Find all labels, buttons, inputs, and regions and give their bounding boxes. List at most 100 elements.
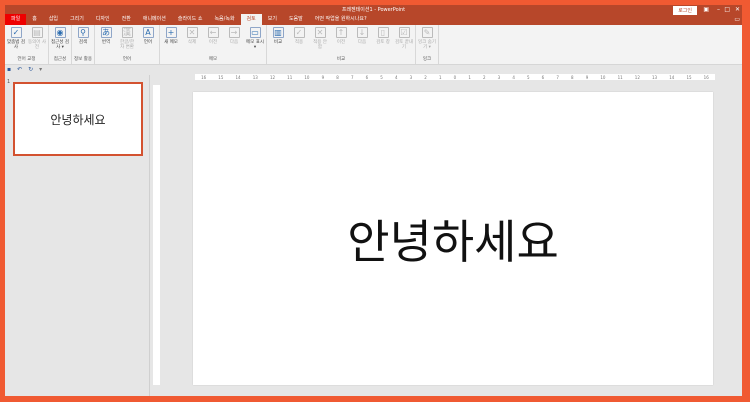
slide-text[interactable]: 안녕하세요 xyxy=(347,206,559,272)
tab-8[interactable]: 녹음/녹화 xyxy=(208,14,240,25)
ribbon-group-label: 정보 활용 xyxy=(74,56,92,64)
tab-2[interactable]: 삽입 xyxy=(43,14,64,25)
ribbon-button-label: 메모 표시 ▾ xyxy=(246,40,264,50)
ribbon-button-icon: → xyxy=(229,27,240,38)
ribbon-button[interactable]: ←이전 xyxy=(204,27,222,56)
ribbon-button[interactable]: ▯검토 창 xyxy=(374,27,392,56)
maximize-icon[interactable]: □ xyxy=(724,6,730,13)
tab-4[interactable]: 디자인 xyxy=(90,14,116,25)
ruler-tick: 3 xyxy=(498,75,501,80)
ribbon-button[interactable]: ⚲ 검색 xyxy=(74,27,92,56)
ruler-tick: 13 xyxy=(652,75,657,80)
ribbon-button-icon: + xyxy=(166,27,177,38)
tab-6[interactable]: 애니메이션 xyxy=(137,14,172,25)
ribbon-button[interactable]: あ번역 xyxy=(97,27,115,56)
comments-icon[interactable]: ▭ xyxy=(734,16,740,23)
ribbon-button-label: 잉크 숨기기 ▾ xyxy=(418,40,436,50)
close-icon[interactable]: ✕ xyxy=(735,6,740,13)
tab-11[interactable]: 도움말 xyxy=(283,14,309,25)
vertical-ruler xyxy=(153,85,160,385)
ribbon-button-icon: ⚲ xyxy=(78,27,89,38)
slide-canvas[interactable]: 안녕하세요 xyxy=(193,92,713,385)
ribbon-button[interactable]: ▥비교 xyxy=(269,27,287,56)
ruler-tick: 9 xyxy=(322,75,325,80)
ribbon-button[interactable]: ↑ 이전 xyxy=(332,27,350,56)
ruler-tick: 7 xyxy=(556,75,559,80)
ribbon-button-icon: 漢 xyxy=(122,27,133,38)
tab-9[interactable]: 검토 xyxy=(241,14,262,25)
ruler-tick: 16 xyxy=(201,75,206,80)
tab-0[interactable]: 파일 xyxy=(5,14,26,25)
ribbon-button[interactable]: ▤동의어 사전 xyxy=(28,27,46,56)
ribbon-button[interactable]: +새 메모 xyxy=(162,27,180,56)
powerpoint-window: 프레젠테이션1 - PowerPoint 로그인 ▣ – □ ✕ ▭ 파일홈삽입… xyxy=(5,5,742,396)
ruler-tick: 6 xyxy=(542,75,545,80)
slide-thumbnail[interactable]: 안녕하세요 xyxy=(13,82,143,156)
quick-access-toolbar: ▪ ↶ ↻ ▾ xyxy=(5,66,42,74)
ruler-tick: 12 xyxy=(635,75,640,80)
ribbon-button-icon: ✓ xyxy=(294,27,305,38)
ribbon-group: あ번역 漢 한글/한자 변환A언어언어 xyxy=(95,25,160,64)
ribbon-button-icon: ✕ xyxy=(187,27,198,38)
ruler-tick: 11 xyxy=(618,75,623,80)
ruler-tick: 15 xyxy=(686,75,691,80)
ribbon-button-label: 한글/한자 변환 xyxy=(118,40,136,50)
ruler-tick: 0 xyxy=(454,75,457,80)
ribbon-button[interactable]: ◉접근성 검사 ▾ xyxy=(51,27,69,56)
minimize-icon[interactable]: – xyxy=(717,6,720,13)
ruler-tick: 4 xyxy=(395,75,398,80)
ribbon-button-label: 검토 끝내기 xyxy=(395,40,413,50)
tab-1[interactable]: 홈 xyxy=(26,14,43,25)
ribbon-button-icon: ▤ xyxy=(32,27,43,38)
ruler-tick: 1 xyxy=(468,75,471,80)
ribbon-button-label: 다음 xyxy=(230,40,238,45)
ribbon-button[interactable]: A언어 xyxy=(139,27,157,56)
ribbon-button-icon: ▭ xyxy=(250,27,261,38)
ruler-tick: 10 xyxy=(600,75,605,80)
ribbon-button[interactable]: ✕삭제 xyxy=(183,27,201,56)
ribbon-button-label: 맞춤법 검사 xyxy=(7,40,25,50)
tell-me-search[interactable]: 어떤 작업을 원하시나요? xyxy=(309,14,373,25)
ruler-tick: 2 xyxy=(424,75,427,80)
ribbon-button-icon: ↑ xyxy=(336,27,347,38)
ribbon-group-label: 언어 교정 xyxy=(7,56,46,64)
ribbon-button[interactable]: ↓다음 xyxy=(353,27,371,56)
ruler-tick: 14 xyxy=(236,75,241,80)
window-title: 프레젠테이션1 - PowerPoint xyxy=(5,6,742,13)
ribbon-button[interactable]: ✓ 적용 xyxy=(290,27,308,56)
horizontal-ruler: 1615141312111098765432101234567891011121… xyxy=(195,74,715,80)
tab-5[interactable]: 전환 xyxy=(116,14,137,25)
ribbon-group: +새 메모✕삭제←이전 → 다음 ▭ 메모 표시 ▾ 메모 xyxy=(160,25,267,64)
ruler-tick: 2 xyxy=(483,75,486,80)
ruler-tick: 16 xyxy=(704,75,709,80)
tab-3[interactable]: 그리기 xyxy=(64,14,90,25)
ribbon-button[interactable]: 漢 한글/한자 변환 xyxy=(118,27,136,56)
ribbon-tabs: 파일홈삽입그리기디자인전환애니메이션슬라이드 쇼녹음/녹화검토보기도움말어떤 작… xyxy=(5,14,373,25)
ribbon-group: ◉접근성 검사 ▾접근성 xyxy=(49,25,72,64)
ribbon-button[interactable]: → 다음 xyxy=(225,27,243,56)
ruler-tick: 8 xyxy=(571,75,574,80)
ribbon-button[interactable]: ✕적용 안 함 xyxy=(311,27,329,56)
tab-7[interactable]: 슬라이드 쇼 xyxy=(172,14,209,25)
ribbon-button-icon: ◉ xyxy=(55,27,66,38)
ribbon-button[interactable]: ☑검토 끝내기 xyxy=(395,27,413,56)
ribbon-button-label: 언어 xyxy=(144,40,152,45)
tab-10[interactable]: 보기 xyxy=(262,14,283,25)
ribbon-button[interactable]: ✎잉크 숨기기 ▾ xyxy=(418,27,436,56)
ribbon-button-label: 이전 xyxy=(337,40,345,45)
signin-button[interactable]: 로그인 xyxy=(673,6,697,15)
ribbon-button-label: 적용 xyxy=(295,40,303,45)
ribbon-display-icon[interactable]: ▣ xyxy=(703,6,709,13)
undo-icon[interactable]: ↶ xyxy=(17,66,22,74)
ribbon-button[interactable]: ✓맞춤법 검사 xyxy=(7,27,25,56)
ruler-tick: 5 xyxy=(527,75,530,80)
ribbon-group: ⚲ 검색정보 활용 xyxy=(72,25,95,64)
ribbon-button-label: 검색 xyxy=(79,40,87,45)
redo-icon[interactable]: ↻ xyxy=(28,66,33,74)
ribbon-button-icon: ✕ xyxy=(315,27,326,38)
ribbon-group-label: 메모 xyxy=(162,56,264,64)
customize-qat-icon[interactable]: ▾ xyxy=(39,66,42,74)
save-icon[interactable]: ▪ xyxy=(7,66,11,74)
ribbon-button[interactable]: ▭ 메모 표시 ▾ xyxy=(246,27,264,56)
ribbon-button-label: 검토 창 xyxy=(376,40,390,45)
